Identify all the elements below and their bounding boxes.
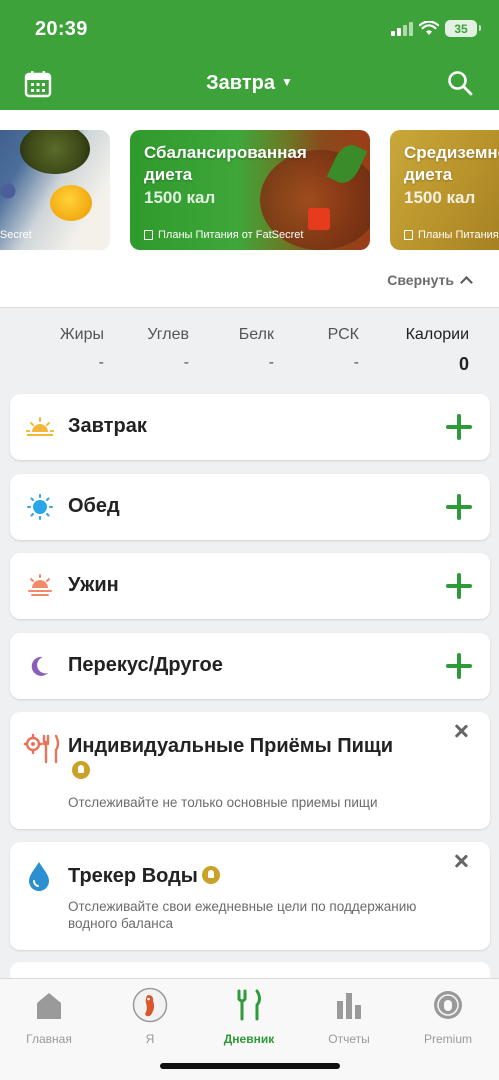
nutrient-carbs: Углев - — [99, 326, 189, 372]
meal-plan-card[interactable]: Средиземноморская диета 1500 кал Планы П… — [390, 130, 499, 250]
sunrise-icon — [26, 417, 54, 436]
meal-label: Ужин — [68, 574, 119, 596]
nutrient-label: Калории — [405, 326, 469, 343]
close-button[interactable] — [454, 854, 468, 868]
add-lunch-button[interactable] — [446, 494, 472, 520]
feature-title: Трекер Воды — [68, 864, 398, 889]
caret-down-icon: ▼ — [280, 75, 293, 89]
premium-lock-icon — [434, 991, 462, 1019]
banner-photo-detail — [20, 130, 90, 174]
nutrient-rdi: РСК - — [269, 326, 359, 372]
collapse-button[interactable]: Свернуть — [387, 272, 473, 289]
tab-label: Premium — [423, 1032, 472, 1046]
feature-description: Отслеживайте свои ежедневные цели по под… — [68, 899, 417, 931]
moon-icon — [31, 656, 48, 676]
cutlery-icon — [237, 989, 261, 1021]
meal-plan-card[interactable]: Сбалансированная диета 1500 кал Планы Пи… — [130, 130, 370, 250]
feature-title: Индивидуальные Приёмы Пищи — [68, 734, 398, 784]
banner-kcal: 1500 кал — [144, 188, 216, 207]
meal-label: Обед — [68, 495, 120, 517]
meal-card-snack[interactable]: Перекус/Другое — [10, 633, 490, 699]
close-button[interactable] — [454, 724, 468, 738]
sunset-icon — [28, 574, 52, 596]
nutrient-value: 0 — [458, 354, 469, 374]
collapse-label: Свернуть — [387, 272, 454, 288]
banner-footer: от FatSecret — [0, 229, 32, 241]
banner-footer-text: Планы Питания от FatSecret — [158, 229, 304, 241]
banner-title: Сбалансированная диета — [144, 143, 307, 184]
map-icon — [144, 230, 153, 240]
nutrient-protein: Белк - — [184, 326, 274, 372]
nutrient-value: - — [183, 354, 189, 371]
meal-card-breakfast[interactable]: Завтрак — [10, 394, 490, 460]
nutrient-value: - — [268, 354, 274, 371]
banner-photo-detail — [308, 208, 330, 230]
bar-chart-icon — [337, 993, 361, 1019]
cutlery-gear-icon — [24, 733, 60, 764]
home-indicator — [160, 1063, 340, 1069]
nutrient-value: - — [98, 354, 104, 371]
premium-lock-icon — [201, 866, 220, 884]
tab-reports[interactable]: Отчеты — [309, 987, 389, 1046]
banner-photo — [0, 155, 20, 215]
avatar-icon — [132, 987, 168, 1023]
battery-icon: 35 — [445, 20, 481, 37]
banner-photo-detail — [50, 185, 92, 221]
tab-home[interactable]: Главная — [9, 987, 89, 1046]
banner-footer: Планы Питания от FatSecret — [144, 229, 303, 241]
tab-label: Дневник — [223, 1032, 275, 1046]
nutrient-label: Углев — [147, 326, 189, 343]
banner-footer-text: от FatSecret — [0, 229, 32, 241]
tab-label: Отчеты — [328, 1032, 370, 1046]
add-dinner-button[interactable] — [446, 573, 472, 599]
home-icon — [37, 993, 61, 1019]
premium-lock-icon — [72, 761, 90, 779]
custom-meals-card[interactable]: Индивидуальные Приёмы Пищи Отслеживайте … — [10, 712, 490, 829]
meal-plan-carousel[interactable]: от FatSecret Сбалансированная диета 1500… — [0, 110, 499, 308]
tab-label: Я — [145, 1032, 155, 1046]
meal-label: Завтрак — [68, 415, 147, 437]
sun-icon — [27, 494, 53, 520]
status-icons: 35 — [391, 20, 481, 37]
feature-title-text: Трекер Воды — [68, 865, 198, 887]
nutrient-calories: Калории 0 — [379, 326, 469, 375]
wifi-icon — [419, 21, 439, 35]
feature-title-text: Индивидуальные Приёмы Пищи — [68, 735, 394, 757]
map-icon — [404, 230, 413, 240]
nutrient-label: РСК — [327, 326, 359, 343]
water-tracker-card[interactable]: Трекер Воды Отслеживайте свои ежедневные… — [10, 842, 490, 950]
nutrient-label: Жиры — [59, 326, 104, 343]
app-header: 20:39 35 Завтра ▼ — [0, 0, 499, 110]
date-selector[interactable]: Завтра ▼ — [0, 72, 499, 95]
nutrient-value: - — [353, 354, 359, 371]
nutrient-label: Белк — [238, 326, 274, 343]
date-label: Завтра — [206, 72, 275, 94]
banner-footer: Планы Питания от FatSecret — [404, 229, 499, 241]
search-icon[interactable] — [447, 70, 473, 96]
add-breakfast-button[interactable] — [446, 414, 472, 440]
tab-label: Главная — [26, 1032, 72, 1046]
meal-label: Перекус/Другое — [68, 654, 223, 676]
meal-plan-card[interactable]: от FatSecret — [0, 130, 110, 250]
status-time: 20:39 — [35, 18, 88, 40]
meal-card-dinner[interactable]: Ужин — [10, 553, 490, 619]
tab-diary[interactable]: Дневник — [209, 987, 289, 1046]
banner-footer-text: Планы Питания от FatSecret — [418, 229, 499, 241]
feature-description: Отслеживайте не только основные приемы п… — [68, 795, 378, 810]
banner-kcal: 1500 кал — [404, 188, 476, 207]
signal-icon — [391, 21, 413, 36]
nutrient-fat: Жиры - — [14, 326, 104, 372]
meal-card-lunch[interactable]: Обед — [10, 474, 490, 540]
banner-title: Средиземноморская диета — [404, 143, 499, 184]
water-drop-icon — [29, 862, 49, 891]
tab-premium[interactable]: Premium — [408, 987, 488, 1046]
nutrient-summary: Жиры - Углев - Белк - РСК - Калории 0 — [0, 320, 499, 380]
tab-me[interactable]: Я — [110, 987, 190, 1046]
add-snack-button[interactable] — [446, 653, 472, 679]
chevron-up-icon — [460, 276, 473, 289]
